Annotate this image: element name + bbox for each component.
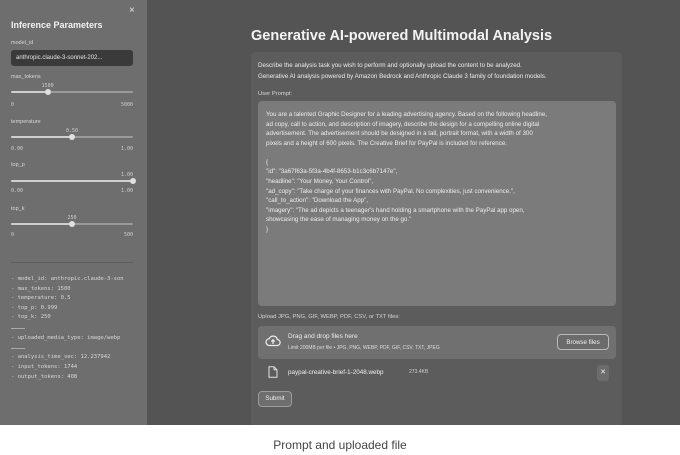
prompt-line: advertisement. The advertisement should … — [266, 130, 533, 137]
max-tokens-range: 0 5000 — [11, 102, 133, 108]
page-title: Generative AI-powered Multimodal Analysi… — [251, 28, 553, 44]
top-k-label: top_k — [11, 206, 25, 212]
upload-label: Upload JPG, PNG, GIF, WEBP, PDF, CSV, or… — [258, 314, 400, 320]
log-line: - top_p: 0.999 — [11, 305, 58, 311]
slider-thumb[interactable] — [69, 134, 75, 140]
dropzone-limits: Limit 200MB per file • JPG, PNG, WEBP, P… — [288, 345, 440, 351]
log-line: - uploaded_media_type: image/webp — [11, 335, 121, 341]
range-max: 1.00 — [120, 188, 133, 194]
top-p-label: top_p — [11, 162, 25, 168]
log-line: - top_k: 250 — [11, 314, 51, 320]
log-line: - analysis_time_sec: 12.237942 — [11, 354, 111, 360]
prompt-line: pixels and a height of 600 pixels. The C… — [266, 140, 507, 147]
log-line: - output_tokens: 408 — [11, 374, 78, 380]
range-min: 0 — [11, 102, 15, 108]
browse-files-button[interactable]: Browse files — [557, 334, 609, 350]
model-id-label: model_id — [11, 40, 34, 46]
slider-value: 1.00 — [120, 172, 133, 178]
sidebar-title: Inference Parameters — [11, 20, 103, 30]
log-line: - input_tokens: 1744 — [11, 364, 78, 370]
temperature-label: temperature — [11, 119, 41, 125]
prompt-line: "id": "3a67f63a-5f3a-4b4f-8653-b1c3c6b71… — [266, 168, 398, 175]
top-k-range: 0 500 — [11, 232, 133, 238]
slider-fill — [11, 223, 72, 225]
log-line: - model_id: anthropic.claude-3-son — [11, 276, 124, 282]
log-line: - max_tokens: 1500 — [11, 286, 71, 292]
prompt-label: User Prompt: — [258, 91, 293, 97]
max-tokens-label: max_tokens — [11, 74, 41, 80]
log-line: - temperature: 0.5 — [11, 295, 71, 301]
remove-file-icon[interactable]: ✕ — [597, 365, 609, 381]
prompt-line: You are a talented Graphic Designer for … — [266, 111, 548, 118]
range-max: 1.00 — [120, 146, 133, 152]
model-id-select[interactable]: anthropic.claude-3-sonnet-202... — [11, 50, 133, 66]
log-separator — [11, 328, 25, 329]
prompt-line: showcasing the ease of managing money on… — [266, 216, 412, 223]
prompt-line: "call_to_action": "Download the App", — [266, 197, 369, 204]
slider-value: 0.50 — [65, 128, 79, 134]
slider-thumb[interactable] — [130, 178, 136, 184]
cloud-upload-icon — [265, 335, 281, 347]
prompt-line: "headline": "Your Money, Your Control", — [266, 178, 374, 185]
close-icon[interactable]: × — [129, 5, 135, 16]
submit-button[interactable]: Submit — [258, 391, 292, 407]
top-p-slider[interactable]: 1.00 — [11, 172, 136, 186]
slider-thumb[interactable] — [69, 221, 75, 227]
file-icon — [268, 366, 278, 378]
sidebar: × Inference Parameters model_id anthropi… — [0, 0, 147, 425]
range-min: 0 — [11, 232, 15, 238]
uploaded-file-size: 273.4KB — [409, 369, 429, 375]
sidebar-divider — [11, 262, 133, 263]
slider-thumb[interactable] — [44, 89, 51, 95]
log-separator — [11, 348, 25, 349]
description-line: Generative AI analysis powered by Amazon… — [258, 73, 547, 80]
top-k-slider[interactable]: 250 — [11, 215, 133, 229]
range-max: 5000 — [120, 102, 133, 108]
uploaded-file-name: paypal-creative-brief-1-2048.webp — [288, 369, 384, 376]
slider-value: 1500 — [41, 83, 54, 89]
slider-value: 250 — [67, 215, 77, 221]
range-min: 0.00 — [11, 188, 24, 194]
range-max: 500 — [123, 232, 133, 238]
figure-caption: Prompt and uploaded file — [273, 438, 407, 452]
prompt-line: } — [266, 226, 269, 233]
dropzone-title: Drag and drop files here — [288, 333, 358, 340]
slider-fill — [11, 91, 48, 93]
max-tokens-slider[interactable]: 1500 — [11, 83, 133, 97]
slider-fill — [11, 136, 72, 138]
temperature-slider[interactable]: 0.50 — [11, 128, 133, 142]
description-line: Describe the analysis task you wish to p… — [258, 62, 522, 69]
range-min: 0.00 — [11, 146, 24, 152]
temperature-range: 0.00 1.00 — [11, 146, 133, 152]
streamlit-app: × Inference Parameters model_id anthropi… — [0, 0, 680, 425]
top-p-range: 0.00 1.00 — [11, 188, 133, 194]
slider-fill — [11, 180, 133, 182]
